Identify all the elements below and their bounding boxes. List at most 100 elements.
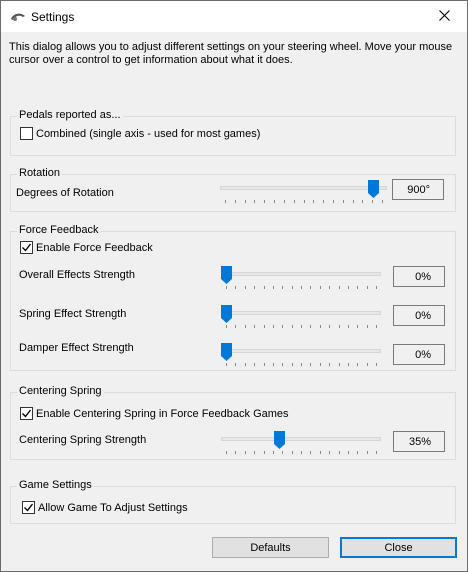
slider-tick bbox=[338, 451, 340, 454]
slider-tick bbox=[366, 451, 368, 454]
slider-track bbox=[221, 349, 381, 353]
slider-tick bbox=[274, 200, 276, 203]
slider-tick bbox=[352, 200, 354, 203]
close-window-button[interactable] bbox=[421, 1, 467, 32]
slider-tick bbox=[283, 200, 285, 203]
slider-tick bbox=[366, 325, 368, 328]
slider-ticks bbox=[221, 286, 381, 290]
checkmark-icon bbox=[22, 409, 32, 418]
damper-effect-label: Damper Effect Strength bbox=[19, 342, 134, 354]
slider-tick bbox=[301, 325, 302, 328]
damper-effect-value-box: 0% bbox=[393, 344, 445, 365]
enable-force-feedback-label: Enable Force Feedback bbox=[36, 241, 153, 254]
slider-tick bbox=[244, 451, 246, 454]
slider-tick bbox=[357, 286, 359, 289]
slider-tick bbox=[244, 200, 246, 203]
slider-tick bbox=[263, 325, 265, 328]
slider-tick bbox=[372, 200, 374, 203]
slider-tick bbox=[234, 200, 236, 203]
pedals-group: Pedals reported as... Combined (single a… bbox=[10, 109, 456, 156]
pedals-group-title: Pedals reported as... bbox=[17, 109, 123, 121]
slider-tick bbox=[226, 451, 227, 454]
slider-tick bbox=[382, 200, 383, 203]
slider-tick bbox=[291, 325, 293, 328]
game-settings-group-title: Game Settings bbox=[17, 479, 94, 491]
enable-centering-spring-checkbox[interactable] bbox=[20, 407, 33, 420]
slider-tick bbox=[254, 363, 256, 366]
slider-tick bbox=[226, 363, 227, 366]
degrees-label: Degrees of Rotation bbox=[16, 187, 114, 199]
slider-tick bbox=[376, 451, 377, 454]
checkmark-icon bbox=[22, 243, 32, 252]
slider-thumb[interactable] bbox=[221, 305, 232, 323]
enable-centering-spring-row[interactable]: Enable Centering Spring in Force Feedbac… bbox=[20, 407, 289, 420]
centering-spring-group: Centering Spring Enable Centering Spring… bbox=[10, 385, 456, 460]
slider-tick bbox=[282, 363, 284, 366]
centering-strength-slider[interactable] bbox=[221, 431, 381, 455]
degrees-value-box: 900° bbox=[392, 179, 444, 200]
combined-checkbox[interactable] bbox=[20, 127, 33, 140]
slider-thumb[interactable] bbox=[273, 431, 285, 449]
checkmark-icon bbox=[24, 503, 34, 512]
slider-tick bbox=[357, 363, 359, 366]
slider-tick bbox=[226, 325, 227, 328]
slider-tick bbox=[338, 325, 340, 328]
window-title: Settings bbox=[31, 10, 75, 24]
slider-tick bbox=[301, 286, 302, 289]
steering-wheel-icon bbox=[10, 10, 26, 24]
damper-effect-slider[interactable] bbox=[221, 343, 381, 367]
slider-tick bbox=[357, 325, 359, 328]
slider-tick bbox=[263, 451, 265, 454]
allow-game-adjust-checkbox[interactable] bbox=[22, 501, 35, 514]
combined-checkbox-row[interactable]: Combined (single axis - used for most ga… bbox=[20, 127, 260, 140]
title-bar: Settings bbox=[1, 1, 467, 32]
slider-tick bbox=[225, 200, 226, 203]
slider-tick bbox=[254, 325, 256, 328]
allow-game-adjust-row[interactable]: Allow Game To Adjust Settings bbox=[22, 501, 188, 514]
slider-thumb[interactable] bbox=[221, 343, 232, 361]
slider-thumb[interactable] bbox=[221, 266, 232, 284]
slider-track bbox=[220, 186, 387, 190]
enable-force-feedback-checkbox[interactable] bbox=[20, 241, 33, 254]
degrees-slider[interactable] bbox=[220, 180, 387, 204]
slider-tick bbox=[235, 363, 237, 366]
slider-track bbox=[221, 311, 381, 315]
enable-force-feedback-row[interactable]: Enable Force Feedback bbox=[20, 241, 153, 254]
slider-tick bbox=[254, 451, 256, 454]
centering-strength-value-box: 35% bbox=[393, 431, 445, 452]
slider-tick bbox=[310, 325, 312, 328]
slider-tick bbox=[254, 200, 256, 203]
slider-tick bbox=[319, 325, 321, 328]
slider-track bbox=[221, 437, 381, 441]
slider-ticks bbox=[220, 200, 387, 204]
overall-effects-slider[interactable] bbox=[221, 266, 381, 290]
slider-ticks bbox=[221, 451, 381, 455]
spring-effect-slider[interactable] bbox=[221, 305, 381, 329]
overall-effects-value: 0% bbox=[415, 270, 431, 283]
slider-tick bbox=[347, 325, 349, 328]
overall-effects-label: Overall Effects Strength bbox=[19, 269, 135, 281]
slider-tick bbox=[244, 286, 246, 289]
slider-tick bbox=[272, 451, 274, 454]
slider-tick bbox=[272, 363, 274, 366]
slider-tick bbox=[366, 286, 368, 289]
slider-tick bbox=[310, 286, 312, 289]
spring-effect-value-box: 0% bbox=[393, 305, 445, 326]
close-button[interactable]: Close bbox=[340, 537, 457, 558]
slider-tick bbox=[310, 451, 312, 454]
allow-game-adjust-label: Allow Game To Adjust Settings bbox=[38, 501, 188, 514]
damper-effect-value: 0% bbox=[415, 348, 431, 361]
slider-thumb[interactable] bbox=[367, 180, 379, 198]
slider-tick bbox=[338, 286, 340, 289]
slider-tick bbox=[244, 325, 246, 328]
slider-tick bbox=[226, 286, 227, 289]
slider-tick bbox=[282, 286, 284, 289]
dialog-description: This dialog allows you to adjust differe… bbox=[9, 41, 453, 66]
close-icon bbox=[438, 9, 450, 24]
game-settings-group: Game Settings Allow Game To Adjust Setti… bbox=[10, 479, 456, 524]
rotation-group-title: Rotation bbox=[17, 167, 62, 179]
slider-tick bbox=[310, 363, 312, 366]
defaults-button[interactable]: Defaults bbox=[212, 537, 329, 558]
slider-tick bbox=[254, 286, 256, 289]
slider-tick bbox=[263, 286, 265, 289]
